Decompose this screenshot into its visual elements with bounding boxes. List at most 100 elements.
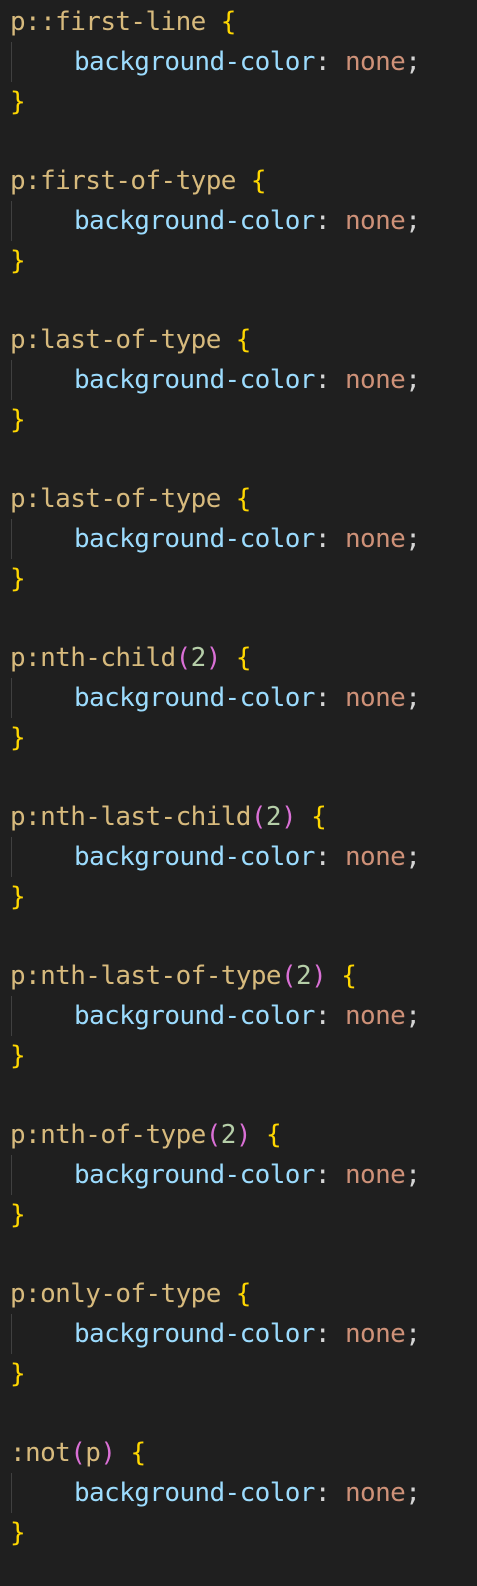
css-rule-selector-line: p:nth-of-type(2) { [10, 1115, 282, 1155]
css-rule-selector-line: p:last-of-type { [10, 320, 251, 360]
css-property: background-color [74, 365, 315, 395]
css-selector: p:last-of-type [10, 325, 221, 355]
css-rule-selector-line: p:only-of-type { [10, 1274, 251, 1314]
css-rule-close-line: } [10, 1354, 26, 1394]
css-rule-selector-line: p:last-of-type { [10, 479, 251, 519]
css-property: background-color [74, 206, 315, 236]
indent-guide [11, 519, 12, 559]
open-brace: { [235, 166, 267, 196]
css-declaration-line: background-color: none; [74, 1473, 421, 1513]
css-declaration-line: background-color: none; [74, 996, 421, 1036]
semicolon: ; [405, 206, 421, 236]
css-declaration-line: background-color: none; [74, 201, 421, 241]
open-paren: ( [250, 802, 267, 832]
css-rule-close-line: } [10, 82, 26, 122]
semicolon: ; [405, 524, 421, 554]
css-property: background-color [74, 47, 315, 77]
css-value: none [344, 1160, 406, 1190]
semicolon: ; [405, 683, 421, 713]
css-rule-close-line: } [10, 718, 26, 758]
colon: : [314, 206, 331, 236]
semicolon: ; [405, 365, 421, 395]
css-property: background-color [74, 1001, 315, 1031]
css-property: background-color [74, 524, 315, 554]
open-brace: { [220, 325, 252, 355]
open-brace: { [326, 961, 357, 991]
close-brace: } [10, 1359, 26, 1389]
css-rule-selector-line: p:first-of-type { [10, 161, 267, 201]
code-editor[interactable]: p::first-line {background-color: none;} p… [0, 0, 477, 1586]
close-brace: } [10, 1041, 26, 1071]
indent-guide [11, 1314, 12, 1354]
open-brace: { [220, 643, 252, 673]
open-brace: { [220, 484, 252, 514]
css-rule-selector-line: p::first-line { [10, 2, 236, 42]
css-value: none [344, 842, 406, 872]
css-declaration-line: background-color: none; [74, 678, 421, 718]
css-declaration-line: background-color: none; [74, 1155, 421, 1195]
close-paren: ) [311, 961, 327, 991]
open-paren: ( [175, 643, 192, 673]
css-property: background-color [74, 1478, 315, 1508]
semicolon: ; [405, 1001, 421, 1031]
css-rule-close-line: } [10, 400, 26, 440]
close-brace: } [10, 882, 26, 912]
selector-argument: 2 [220, 1120, 237, 1150]
colon: : [314, 1478, 331, 1508]
close-brace: } [10, 1200, 26, 1230]
open-brace: { [220, 1279, 252, 1309]
indent-guide [11, 360, 12, 400]
css-value: none [344, 1478, 406, 1508]
colon: : [314, 524, 331, 554]
css-selector: p:nth-child [10, 643, 176, 673]
indent-guide [11, 1155, 12, 1195]
close-paren: ) [205, 643, 222, 673]
css-declaration-line: background-color: none; [74, 1314, 421, 1354]
css-value: none [344, 524, 406, 554]
css-value: none [344, 206, 406, 236]
css-property: background-color [74, 683, 315, 713]
css-property: background-color [74, 1319, 315, 1349]
indent-guide [11, 1473, 12, 1513]
close-paren: ) [280, 802, 297, 832]
selector-argument: 2 [190, 643, 207, 673]
indent-guide [11, 201, 12, 241]
semicolon: ; [405, 47, 421, 77]
close-paren: ) [235, 1120, 252, 1150]
close-brace: } [10, 1518, 26, 1548]
open-paren: ( [280, 961, 297, 991]
css-selector: :not [10, 1438, 71, 1468]
css-selector: p:only-of-type [10, 1279, 221, 1309]
css-declaration-line: background-color: none; [74, 837, 421, 877]
colon: : [314, 1001, 331, 1031]
close-brace: } [10, 564, 26, 594]
open-paren: ( [205, 1120, 222, 1150]
css-rule-close-line: } [10, 1195, 26, 1235]
css-rule-close-line: } [10, 241, 26, 281]
colon: : [314, 1160, 331, 1190]
semicolon: ; [405, 1478, 421, 1508]
css-value: none [344, 1001, 406, 1031]
semicolon: ; [405, 1319, 421, 1349]
close-brace: } [10, 723, 26, 753]
colon: : [314, 683, 331, 713]
semicolon: ; [405, 842, 421, 872]
css-rule-close-line: } [10, 877, 26, 917]
selector-argument: 2 [296, 961, 312, 991]
indent-guide [11, 42, 12, 82]
indent-guide [11, 837, 12, 877]
css-declaration-line: background-color: none; [74, 42, 421, 82]
css-selector: p:last-of-type [10, 484, 221, 514]
close-brace: } [10, 246, 26, 276]
css-value: none [344, 365, 406, 395]
open-brace: { [296, 802, 327, 832]
css-property: background-color [74, 1160, 315, 1190]
close-paren: ) [100, 1438, 116, 1468]
selector-argument: 2 [265, 802, 282, 832]
open-paren: ( [70, 1438, 86, 1468]
css-property: background-color [74, 842, 315, 872]
open-brace: { [115, 1438, 146, 1468]
css-value: none [344, 47, 406, 77]
css-selector: p:nth-of-type [10, 1120, 206, 1150]
semicolon: ; [405, 1160, 421, 1190]
